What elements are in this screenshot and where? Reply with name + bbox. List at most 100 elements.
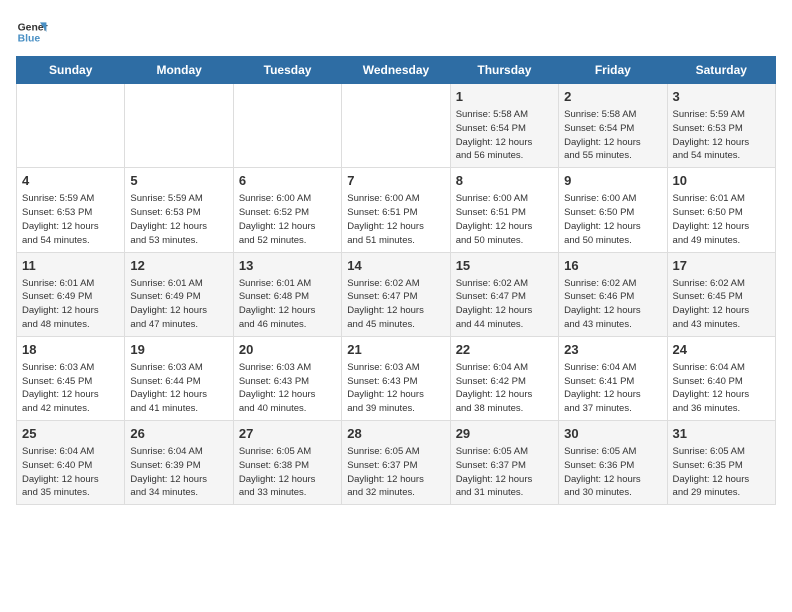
calendar-cell: 2 Sunrise: 5:58 AM Sunset: 6:54 PM Daylig… [559,84,667,168]
cell-content: Sunrise: 6:00 AM Sunset: 6:51 PM Dayligh… [456,192,553,247]
calendar-cell [125,84,233,168]
header-cell-tuesday: Tuesday [233,57,341,84]
day-number: 23 [564,341,661,359]
calendar-cell: 3Sunrise: 5:59 AM Sunset: 6:53 PM Daylig… [667,84,775,168]
calendar-cell: 6 Sunrise: 6:00 AM Sunset: 6:52 PM Daylig… [233,168,341,252]
day-number: 31 [673,425,770,443]
cell-content: Sunrise: 6:05 AM Sunset: 6:36 PM Dayligh… [564,445,661,500]
cell-content: Sunrise: 6:02 AM Sunset: 6:47 PM Dayligh… [456,277,553,332]
header-cell-sunday: Sunday [17,57,125,84]
day-number: 1 [456,88,553,106]
calendar-cell: 22 Sunrise: 6:04 AM Sunset: 6:42 PM Dayli… [450,336,558,420]
day-number: 6 [239,172,336,190]
calendar-cell [17,84,125,168]
header-cell-thursday: Thursday [450,57,558,84]
cell-content: Sunrise: 6:05 AM Sunset: 6:35 PM Dayligh… [673,445,770,500]
calendar-table: SundayMondayTuesdayWednesdayThursdayFrid… [16,56,776,505]
day-number: 29 [456,425,553,443]
calendar-cell [342,84,450,168]
day-number: 2 [564,88,661,106]
day-number: 9 [564,172,661,190]
cell-content: Sunrise: 5:59 AM Sunset: 6:53 PM Dayligh… [673,108,770,163]
logo: General Blue [16,16,48,48]
cell-content: Sunrise: 6:00 AM Sunset: 6:51 PM Dayligh… [347,192,444,247]
calendar-cell: 30 Sunrise: 6:05 AM Sunset: 6:36 PM Dayli… [559,421,667,505]
day-number: 28 [347,425,444,443]
cell-content: Sunrise: 5:58 AM Sunset: 6:54 PM Dayligh… [456,108,553,163]
cell-content: Sunrise: 6:02 AM Sunset: 6:47 PM Dayligh… [347,277,444,332]
calendar-cell: 13 Sunrise: 6:01 AM Sunset: 6:48 PM Dayli… [233,252,341,336]
calendar-cell: 17Sunrise: 6:02 AM Sunset: 6:45 PM Dayli… [667,252,775,336]
calendar-body: 1 Sunrise: 5:58 AM Sunset: 6:54 PM Daylig… [17,84,776,505]
calendar-cell: 1 Sunrise: 5:58 AM Sunset: 6:54 PM Daylig… [450,84,558,168]
cell-content: Sunrise: 6:04 AM Sunset: 6:40 PM Dayligh… [22,445,119,500]
day-number: 10 [673,172,770,190]
calendar-cell: 5Sunrise: 5:59 AM Sunset: 6:53 PM Daylig… [125,168,233,252]
cell-content: Sunrise: 6:04 AM Sunset: 6:41 PM Dayligh… [564,361,661,416]
calendar-cell: 8 Sunrise: 6:00 AM Sunset: 6:51 PM Daylig… [450,168,558,252]
calendar-cell: 11 Sunrise: 6:01 AM Sunset: 6:49 PM Dayli… [17,252,125,336]
header-cell-friday: Friday [559,57,667,84]
calendar-cell [233,84,341,168]
day-number: 11 [22,257,119,275]
cell-content: Sunrise: 6:04 AM Sunset: 6:42 PM Dayligh… [456,361,553,416]
calendar-cell: 18Sunrise: 6:03 AM Sunset: 6:45 PM Dayli… [17,336,125,420]
cell-content: Sunrise: 5:59 AM Sunset: 6:53 PM Dayligh… [22,192,119,247]
page-header: General Blue [16,16,776,48]
day-number: 7 [347,172,444,190]
cell-content: Sunrise: 5:59 AM Sunset: 6:53 PM Dayligh… [130,192,227,247]
cell-content: Sunrise: 6:00 AM Sunset: 6:52 PM Dayligh… [239,192,336,247]
day-number: 19 [130,341,227,359]
calendar-cell: 4 Sunrise: 5:59 AM Sunset: 6:53 PM Daylig… [17,168,125,252]
calendar-cell: 7 Sunrise: 6:00 AM Sunset: 6:51 PM Daylig… [342,168,450,252]
day-number: 22 [456,341,553,359]
calendar-cell: 12 Sunrise: 6:01 AM Sunset: 6:49 PM Dayli… [125,252,233,336]
calendar-cell: 19 Sunrise: 6:03 AM Sunset: 6:44 PM Dayli… [125,336,233,420]
header-row: SundayMondayTuesdayWednesdayThursdayFrid… [17,57,776,84]
week-row-5: 25 Sunrise: 6:04 AM Sunset: 6:40 PM Dayli… [17,421,776,505]
header-cell-monday: Monday [125,57,233,84]
day-number: 20 [239,341,336,359]
cell-content: Sunrise: 6:01 AM Sunset: 6:48 PM Dayligh… [239,277,336,332]
logo-icon: General Blue [16,16,48,48]
cell-content: Sunrise: 6:01 AM Sunset: 6:49 PM Dayligh… [22,277,119,332]
cell-content: Sunrise: 6:03 AM Sunset: 6:44 PM Dayligh… [130,361,227,416]
cell-content: Sunrise: 6:03 AM Sunset: 6:43 PM Dayligh… [239,361,336,416]
calendar-cell: 23 Sunrise: 6:04 AM Sunset: 6:41 PM Dayli… [559,336,667,420]
cell-content: Sunrise: 5:58 AM Sunset: 6:54 PM Dayligh… [564,108,661,163]
calendar-cell: 16Sunrise: 6:02 AM Sunset: 6:46 PM Dayli… [559,252,667,336]
cell-content: Sunrise: 6:05 AM Sunset: 6:37 PM Dayligh… [456,445,553,500]
cell-content: Sunrise: 6:00 AM Sunset: 6:50 PM Dayligh… [564,192,661,247]
day-number: 18 [22,341,119,359]
week-row-1: 1 Sunrise: 5:58 AM Sunset: 6:54 PM Daylig… [17,84,776,168]
day-number: 4 [22,172,119,190]
calendar-cell: 20 Sunrise: 6:03 AM Sunset: 6:43 PM Dayli… [233,336,341,420]
calendar-cell: 27Sunrise: 6:05 AM Sunset: 6:38 PM Dayli… [233,421,341,505]
day-number: 25 [22,425,119,443]
header-cell-wednesday: Wednesday [342,57,450,84]
cell-content: Sunrise: 6:02 AM Sunset: 6:45 PM Dayligh… [673,277,770,332]
calendar-cell: 25 Sunrise: 6:04 AM Sunset: 6:40 PM Dayli… [17,421,125,505]
calendar-cell: 9 Sunrise: 6:00 AM Sunset: 6:50 PM Daylig… [559,168,667,252]
day-number: 26 [130,425,227,443]
day-number: 13 [239,257,336,275]
calendar-cell: 24Sunrise: 6:04 AM Sunset: 6:40 PM Dayli… [667,336,775,420]
cell-content: Sunrise: 6:05 AM Sunset: 6:38 PM Dayligh… [239,445,336,500]
day-number: 12 [130,257,227,275]
cell-content: Sunrise: 6:04 AM Sunset: 6:39 PM Dayligh… [130,445,227,500]
day-number: 14 [347,257,444,275]
day-number: 24 [673,341,770,359]
calendar-cell: 26 Sunrise: 6:04 AM Sunset: 6:39 PM Dayli… [125,421,233,505]
day-number: 8 [456,172,553,190]
week-row-4: 18Sunrise: 6:03 AM Sunset: 6:45 PM Dayli… [17,336,776,420]
cell-content: Sunrise: 6:05 AM Sunset: 6:37 PM Dayligh… [347,445,444,500]
cell-content: Sunrise: 6:01 AM Sunset: 6:50 PM Dayligh… [673,192,770,247]
calendar-cell: 29 Sunrise: 6:05 AM Sunset: 6:37 PM Dayli… [450,421,558,505]
day-number: 15 [456,257,553,275]
week-row-3: 11 Sunrise: 6:01 AM Sunset: 6:49 PM Dayli… [17,252,776,336]
cell-content: Sunrise: 6:01 AM Sunset: 6:49 PM Dayligh… [130,277,227,332]
calendar-cell: 10 Sunrise: 6:01 AM Sunset: 6:50 PM Dayli… [667,168,775,252]
day-number: 30 [564,425,661,443]
calendar-cell: 14 Sunrise: 6:02 AM Sunset: 6:47 PM Dayli… [342,252,450,336]
calendar-header: SundayMondayTuesdayWednesdayThursdayFrid… [17,57,776,84]
